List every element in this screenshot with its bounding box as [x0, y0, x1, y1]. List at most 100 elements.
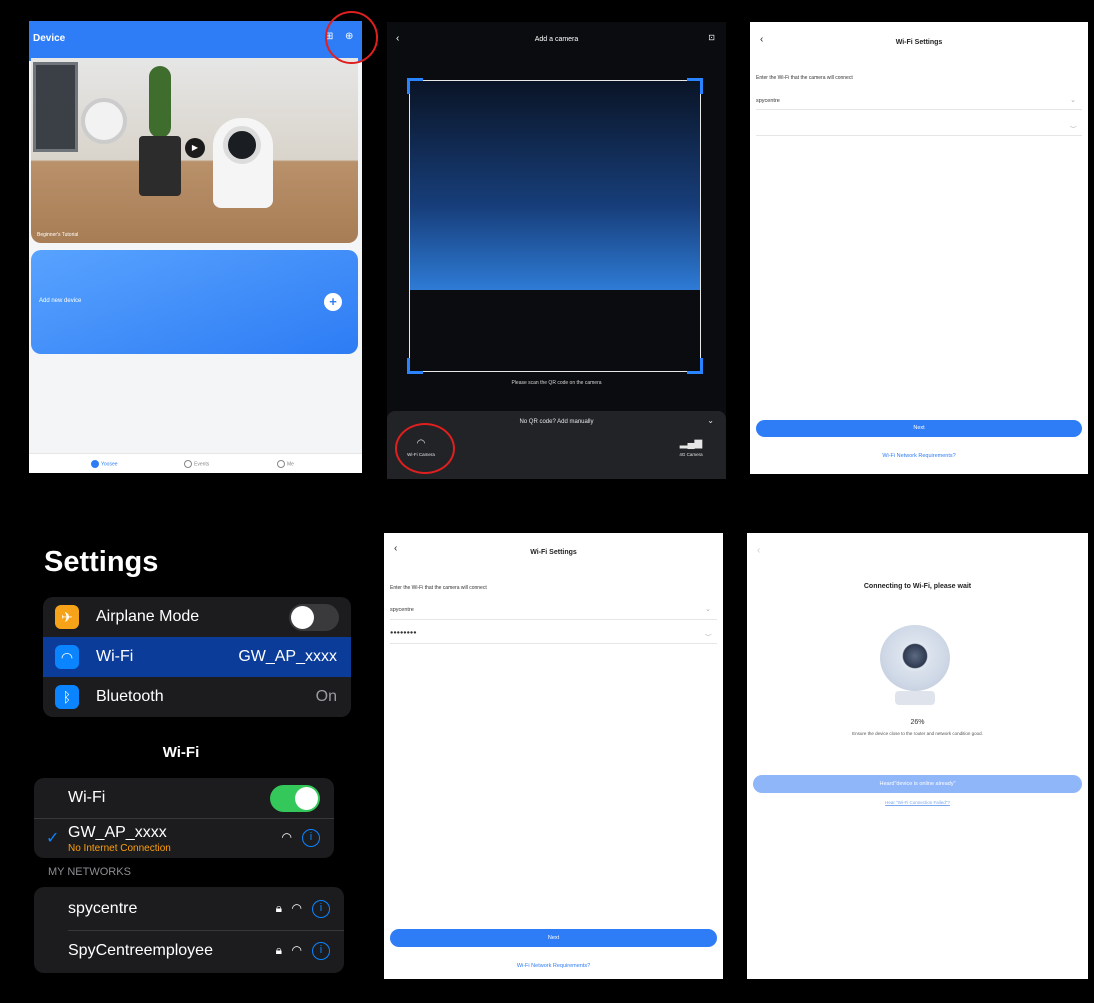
- bluetooth-row[interactable]: ᛒ Bluetooth On: [43, 677, 351, 717]
- requirements-link[interactable]: Wi-Fi Network Requirements?: [384, 963, 723, 969]
- connecting-screen: ‹ Connecting to Wi-Fi, please wait 26% E…: [747, 533, 1088, 979]
- scan-corner: [407, 358, 423, 374]
- wifi-settings-filled-screen: ‹ Wi-Fi Settings Enter the Wi-Fi that th…: [384, 533, 723, 979]
- airplane-icon: ✈: [55, 605, 79, 629]
- wifi-signal-icon: ◠: [281, 830, 292, 844]
- picture-frame-image: [33, 62, 78, 152]
- pot-image: [139, 136, 181, 196]
- page-title: Add a camera: [534, 36, 579, 43]
- wifi-section-title: Wi-Fi: [162, 744, 200, 761]
- ios-settings-screen: Settings ✈ Airplane Mode ◠ Wi-Fi GW_AP_x…: [0, 515, 362, 1003]
- eye-closed-icon[interactable]: ‿: [705, 628, 711, 636]
- tab-events[interactable]: Events: [184, 460, 209, 468]
- tab-label: Events: [194, 461, 210, 468]
- my-networks-caption: MY NETWORKS: [48, 866, 131, 878]
- chevron-down-icon[interactable]: ⌄: [707, 416, 714, 425]
- back-icon[interactable]: ‹: [757, 545, 760, 556]
- next-button[interactable]: Next: [390, 929, 717, 947]
- wifi-settings-screen: ‹ Wi-Fi Settings Enter the Wi-Fi that th…: [750, 22, 1088, 474]
- connected-network-row[interactable]: ✓ GW_AP_xxxx No Internet Connection ◠ i: [34, 818, 334, 858]
- wifi-signal-icon: ◠: [291, 943, 302, 957]
- network-name: SpyCentreemployee: [68, 942, 213, 959]
- scan-corner: [687, 358, 703, 374]
- row-value: GW_AP_xxxx: [238, 648, 337, 665]
- ssid-field[interactable]: spycentre ⌄: [390, 605, 717, 620]
- highlight-circle: [395, 423, 455, 474]
- add-device-label: Add new device: [39, 298, 82, 304]
- banner-label: Beginner's Tutorial: [37, 232, 79, 238]
- lock-icon: 🔒︎: [275, 943, 282, 957]
- requirements-link[interactable]: Wi-Fi Network Requirements?: [750, 453, 1088, 459]
- network-row[interactable]: SpyCentreemployee 🔒︎ ◠ i: [34, 931, 344, 971]
- connection-failed-link[interactable]: Hear "Wi-Fi Connection Failed"?: [747, 800, 1088, 805]
- device-screen: Device ⊞ ⊕ ▶ Beginner's Tutorial Add new…: [29, 21, 362, 473]
- network-name: spycentre: [68, 900, 138, 917]
- airplane-mode-toggle[interactable]: [289, 604, 339, 631]
- webcam-lens-image: [900, 641, 930, 671]
- toggle-knob: [295, 787, 318, 810]
- add-camera-screen: ‹ Add a camera ⊡ Please scan the QR code…: [387, 22, 726, 479]
- camera-lens-image: [223, 126, 261, 164]
- bluetooth-icon: ᛒ: [55, 685, 79, 709]
- page-title: Wi-Fi Settings: [895, 39, 943, 46]
- ssid-field[interactable]: spycentre ⌄: [756, 96, 1082, 110]
- wifi-signal-icon: ◠: [291, 901, 302, 915]
- airplane-mode-row[interactable]: ✈ Airplane Mode: [43, 597, 351, 637]
- play-icon[interactable]: ▶: [185, 138, 205, 158]
- ssid-value: spycentre: [756, 98, 780, 104]
- tab-yoosee[interactable]: Yoosee: [91, 460, 118, 468]
- cactus-image: [149, 66, 171, 138]
- highlight-circle: [325, 11, 378, 64]
- chevron-down-icon[interactable]: ⌄: [705, 605, 711, 613]
- 4g-camera-option[interactable]: ▂▄▆ 4G Camera: [667, 438, 715, 457]
- wifi-toggle-row: Wi-Fi: [34, 778, 334, 818]
- wifi-row[interactable]: ◠ Wi-Fi GW_AP_xxxx: [43, 637, 351, 677]
- drawer-title[interactable]: No QR code? Add manually: [387, 419, 726, 425]
- chevron-down-icon[interactable]: ⌄: [1070, 96, 1076, 104]
- plus-icon[interactable]: +: [324, 293, 342, 311]
- network-row[interactable]: spycentre 🔒︎ ◠ i: [34, 889, 344, 929]
- my-networks-group: spycentre 🔒︎ ◠ i SpyCentreemployee 🔒︎ ◠ …: [34, 887, 344, 973]
- info-icon[interactable]: i: [302, 829, 320, 847]
- events-icon: [184, 460, 192, 468]
- wifi-prompt: Enter the Wi-Fi that the camera will con…: [390, 585, 487, 591]
- next-button[interactable]: Next: [756, 420, 1082, 437]
- tutorial-collage: Device ⊞ ⊕ ▶ Beginner's Tutorial Add new…: [0, 0, 1094, 1003]
- password-field[interactable]: ●●●●●●●● ‿: [390, 628, 717, 644]
- profile-icon: [277, 460, 285, 468]
- tab-me[interactable]: Me: [277, 460, 294, 468]
- home-icon: [91, 460, 99, 468]
- row-label: Wi-Fi: [68, 789, 106, 806]
- ssid-value: spycentre: [390, 607, 414, 613]
- device-online-button[interactable]: Heard"device is online already": [753, 775, 1082, 793]
- tutorial-banner[interactable]: ▶ Beginner's Tutorial: [31, 58, 358, 243]
- add-new-device-card[interactable]: Add new device +: [31, 250, 358, 354]
- wifi-icon: ◠: [55, 645, 79, 669]
- password-field[interactable]: ‿: [756, 120, 1082, 136]
- page-title: Settings: [44, 546, 159, 578]
- toggle-knob: [291, 606, 314, 629]
- connection-note: Ensure the device close to the router an…: [852, 731, 983, 736]
- password-value: ●●●●●●●●: [390, 630, 417, 636]
- info-icon[interactable]: i: [312, 900, 330, 918]
- wifi-prompt: Enter the Wi-Fi that the camera will con…: [756, 75, 853, 81]
- network-name: GW_AP_xxxx: [68, 824, 167, 841]
- wifi-toggle[interactable]: [270, 785, 320, 812]
- row-label: Airplane Mode: [96, 608, 200, 625]
- scan-corner: [407, 78, 423, 94]
- eye-closed-icon[interactable]: ‿: [1070, 120, 1076, 128]
- tab-label: Yoosee: [101, 461, 118, 468]
- help-icon[interactable]: ⊡: [708, 33, 715, 42]
- option-label: 4G Camera: [679, 452, 703, 457]
- settings-group: ✈ Airplane Mode ◠ Wi-Fi GW_AP_xxxx ᛒ Blu…: [43, 597, 351, 717]
- info-icon[interactable]: i: [312, 942, 330, 960]
- row-label: Bluetooth: [96, 688, 164, 705]
- page-title: Device: [33, 33, 66, 44]
- row-value: On: [315, 688, 337, 705]
- page-title: Connecting to Wi-Fi, please wait: [863, 583, 972, 590]
- checkmark-icon: ✓: [46, 830, 60, 847]
- scan-corner: [687, 78, 703, 94]
- wifi-group: Wi-Fi ✓ GW_AP_xxxx No Internet Connectio…: [34, 778, 334, 858]
- scan-hint: Please scan the QR code on the camera: [511, 380, 602, 386]
- tab-label: Me: [287, 461, 294, 468]
